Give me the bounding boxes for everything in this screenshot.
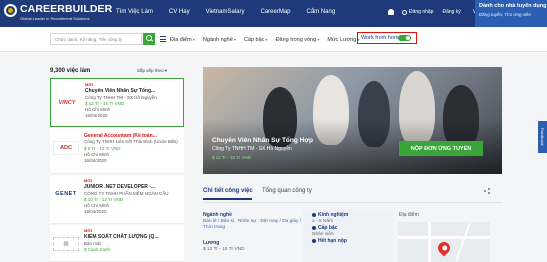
industry-links-cont[interactable]: Thời trang — [203, 225, 301, 232]
brand-name: CAREERBUILDER — [20, 3, 113, 15]
level-label: Cấp bậc — [318, 225, 338, 231]
job-list: VINCY MỚI Chuyên Viên Nhân Sự Tổng... Cô… — [50, 78, 184, 262]
job-company: CÔNG TY TNHH PHẦN MỀM HOÀN CẦU — [84, 190, 169, 196]
brand-tagline: Global Leader in Recruitment Solutions — [20, 16, 90, 21]
search-button[interactable] — [143, 33, 155, 45]
job-card[interactable]: VINCY MỚI Chuyên Viên Nhân Sự Tổng... Cô… — [50, 78, 184, 127]
salary-section: Lương $ 12 Tr - 15 Tr VND — [203, 240, 245, 253]
calendar-icon — [312, 238, 316, 243]
company-logo: GENET — [55, 191, 77, 197]
filter-posted-within[interactable]: Đăng trong vòng — [276, 37, 320, 43]
main-nav: Tìm Việc Làm CV Hay VietnamSalary Career… — [116, 9, 335, 15]
sort-dropdown[interactable]: Sắp xếp theo ▾ — [137, 68, 167, 74]
filter-industry[interactable]: Ngành nghề — [203, 37, 236, 43]
employer-title: Dành cho nhà tuyển dụng — [479, 3, 547, 9]
job-hero-banner: Chuyên Viên Nhân Sự Tổng Hợp Công Ty TNH… — [203, 67, 502, 174]
location-section: Địa điểm — [399, 212, 419, 219]
hero-salary: $ 12 Tr - 15 Tr VND — [212, 155, 252, 160]
login-link[interactable]: Đăng nhập — [409, 9, 433, 15]
tab-job-details[interactable]: Chi tiết công việc — [203, 188, 253, 200]
filter-level[interactable]: Cấp bậc — [244, 37, 268, 43]
job-company: Công Ty TNHH TM - SX Hồ Nguyễn — [85, 94, 157, 100]
salary-value: $ 12 Tr - 15 Tr VND — [203, 246, 245, 252]
job-salary: $ Cạnh tranh — [84, 246, 111, 252]
job-date: 16/04/2020 — [85, 113, 108, 119]
job-info-box: Kinh nghiệm 2 - 5 Năm Cấp bậc Nhân viên … — [303, 209, 393, 262]
nav-item-vietnamsalary[interactable]: VietnamSalary — [206, 9, 245, 15]
level-icon — [312, 225, 316, 230]
company-logo: ADC — [53, 141, 79, 155]
filter-salary[interactable]: Mức Lương — [327, 37, 359, 43]
job-card[interactable]: ▦ MỚI KIỂM SOÁT CHẤT LƯỢNG (Q... Bảo mật… — [50, 225, 184, 262]
job-card[interactable]: ADC General Accountant (Kế toán... Công … — [50, 128, 184, 174]
share-icon[interactable] — [484, 188, 490, 194]
bell-icon[interactable] — [388, 9, 394, 15]
sort-label: Sắp xếp theo — [137, 68, 164, 73]
register-link[interactable]: Đăng ký — [442, 9, 460, 15]
wfh-label: Work from home — [361, 35, 402, 41]
filter-row: Địa điểm Ngành nghề Cấp bậc Đăng trong v… — [170, 37, 368, 43]
apply-button[interactable]: NỘP ĐƠN ỨNG TUYỂN — [399, 141, 483, 156]
map-pin-icon — [435, 239, 453, 257]
experience-icon — [312, 212, 316, 217]
wfh-toggle[interactable] — [398, 35, 411, 41]
job-card[interactable]: GENET MỚI JUNIOR .NET DEVELOPER -... CÔN… — [50, 175, 184, 224]
company-logo-placeholder: ▦ — [53, 237, 79, 251]
account-area: Đăng nhập Đăng ký Vi ▾ — [388, 9, 481, 15]
careerbuilder-logo[interactable]: CAREERBUILDER Global Leader in Recruitme… — [4, 3, 112, 24]
search-bar: Chức danh, Kỹ năng, Tên công ty Địa điểm… — [0, 27, 547, 52]
location-map[interactable] — [398, 222, 490, 262]
filter-location[interactable]: Địa điểm — [170, 37, 195, 43]
deadline-label: Hết hạn nộp — [318, 238, 347, 244]
top-navbar: CAREERBUILDER Global Leader in Recruitme… — [0, 0, 547, 27]
tab-company-overview[interactable]: Tổng quan công ty — [262, 188, 312, 194]
job-company: Công Ty TNHH Liên Kết Thái Bình (Uncle B… — [84, 139, 178, 145]
hero-company[interactable]: Công Ty TNHH TM - SX Hồ Nguyễn — [212, 146, 292, 152]
nav-item-cam-nang[interactable]: Cẩm Nang — [307, 9, 336, 15]
filter-icon — [160, 36, 166, 42]
job-date: 16/04/2020 — [84, 158, 107, 164]
company-logo: VINCY — [58, 100, 76, 106]
experience-label: Kinh nghiệm — [318, 212, 349, 218]
job-title[interactable]: KIỂM SOÁT CHẤT LƯỢNG (Q... — [84, 234, 159, 240]
nav-item-cv-hay[interactable]: CV Hay — [169, 9, 190, 15]
job-date: 16/04/2020 — [84, 209, 107, 215]
hero-job-title: Chuyên Viên Nhân Sự Tổng Hợp — [212, 137, 313, 144]
logo-mark-icon — [4, 4, 17, 17]
industry-section: Ngành nghề Bán lẻ / Bán sỉ , Nhân sự , D… — [203, 212, 301, 232]
feedback-tab[interactable]: Feedback — [538, 121, 547, 153]
nav-item-careermap[interactable]: CareerMap — [261, 9, 291, 15]
nav-item-find-jobs[interactable]: Tìm Việc Làm — [116, 9, 153, 15]
work-from-home-filter[interactable]: Work from home — [357, 32, 417, 44]
user-icon — [402, 9, 407, 15]
image-icon: ▦ — [63, 241, 69, 247]
employer-subtitle: Đăng tuyển, Tìm ứng viên — [479, 12, 531, 17]
search-input[interactable]: Chức danh, Kỹ năng, Tên công ty — [50, 33, 142, 45]
job-title[interactable]: Chuyên Viên Nhân Sự Tổng... — [85, 88, 157, 94]
location-label: Địa điểm — [399, 212, 419, 218]
results-count: 9,300 việc làm — [50, 68, 91, 74]
employer-button[interactable]: Dành cho nhà tuyển dụng Đăng tuyển, Tìm … — [475, 0, 547, 27]
divider — [203, 202, 502, 203]
